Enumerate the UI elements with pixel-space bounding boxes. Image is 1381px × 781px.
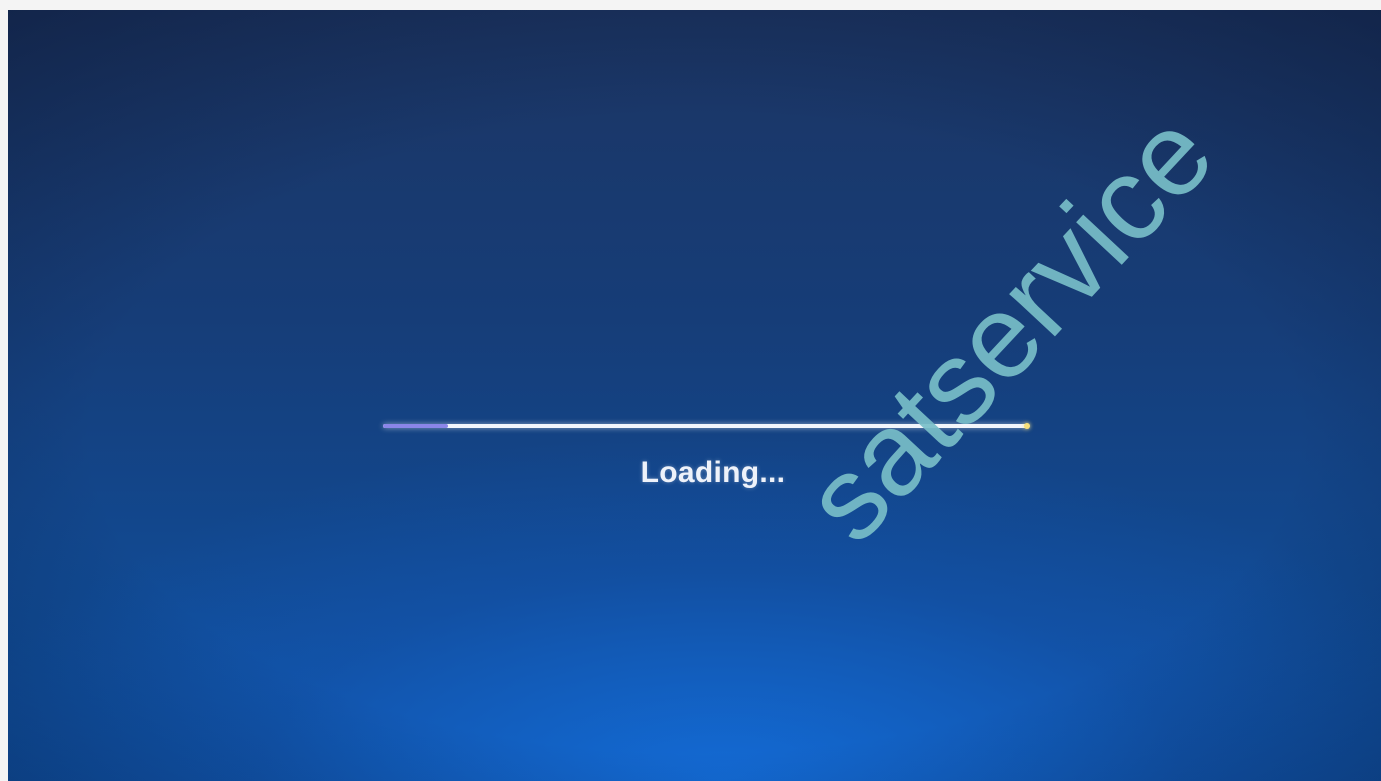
loading-screen: Loading... satservice <box>8 10 1381 781</box>
watermark-text: satservice <box>779 87 1239 567</box>
loading-progress-bar <box>383 423 1030 429</box>
loading-progress-fill <box>383 424 448 428</box>
screen-vignette <box>8 10 1381 781</box>
loading-label: Loading... <box>640 456 786 489</box>
progress-end-marker <box>1024 423 1030 429</box>
